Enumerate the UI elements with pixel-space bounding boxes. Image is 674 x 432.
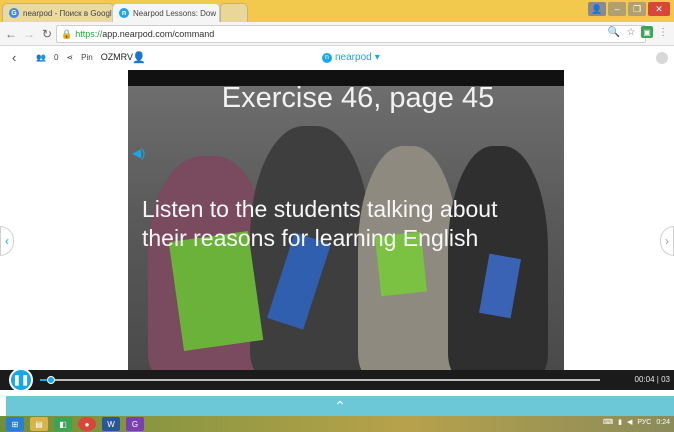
new-tab-button[interactable] — [220, 3, 248, 22]
minimize-button[interactable]: – — [608, 2, 626, 16]
google-favicon-icon: G — [9, 8, 19, 18]
progress-knob[interactable] — [47, 376, 56, 384]
start-icon[interactable]: ⊞ — [6, 417, 24, 431]
clock[interactable]: 0:24 — [656, 419, 670, 426]
pin-code: OZMRV — [100, 52, 134, 62]
student-count: 0 — [53, 52, 59, 62]
zoom-icon[interactable]: 🔍 — [607, 25, 621, 39]
presentation-stage: ‹ Exercise 46, page 45 Listen to the stu… — [0, 70, 674, 382]
media-control-bar: ❚❚ 00:04 | 03 — [0, 368, 674, 392]
pause-icon[interactable]: ❚❚ — [9, 368, 33, 392]
url-text: app.nearpod.com/command — [102, 29, 215, 39]
back-arrow-icon[interactable]: ← — [4, 27, 18, 41]
window-controls: 👤 – ❐ ✕ — [588, 2, 670, 16]
tab-nearpod-lessons-label: Nearpod Lessons: Dow — [133, 8, 217, 18]
chevron-left-icon[interactable]: ‹ — [12, 50, 16, 65]
reload-icon[interactable]: ↻ — [40, 27, 54, 41]
nearpod-logo-icon: n — [322, 52, 332, 63]
nearpod-header: ‹ 👥 0 ⋖ Pin OZMRV 👤 n nearpod ▾ — [0, 46, 674, 70]
chevron-right-icon: › — [665, 234, 669, 248]
menu-icon[interactable]: ⋮ — [656, 25, 670, 39]
lock-icon: 🔒 — [61, 28, 73, 39]
store-icon[interactable]: ◧ — [54, 417, 72, 431]
progress-track[interactable] — [40, 376, 600, 384]
user-icon[interactable]: 👤 — [132, 51, 146, 64]
close-window-button[interactable]: ✕ — [648, 2, 670, 16]
nearpod-logo[interactable]: n nearpod ▾ — [322, 52, 380, 63]
share-icon: ⋖ — [66, 52, 74, 62]
chevron-up-icon: ⌃ — [334, 397, 346, 414]
bookmark-star-icon[interactable]: ☆ — [624, 25, 638, 39]
tab-google-search[interactable]: G nearpod - Поиск в Googl ✕ — [2, 3, 114, 22]
forward-arrow-icon[interactable]: → — [22, 27, 36, 41]
system-tray: ⌨ ▮ ◀ РУС 0:24 — [603, 418, 670, 427]
browser-toolbar: ← → ↻ 🔒 https:// app.nearpod.com/command… — [0, 22, 674, 46]
tab-google-search-label: nearpod - Поиск в Googl — [23, 8, 112, 18]
session-stats: 👥 0 ⋖ Pin OZMRV — [36, 52, 133, 62]
students-icon: 👥 — [36, 52, 46, 62]
nearpod-logo-text: nearpod — [335, 52, 372, 63]
volume-icon[interactable]: ◀ — [627, 418, 632, 426]
time-readout: 00:04 | 03 — [634, 375, 670, 384]
chrome-icon[interactable]: ● — [78, 417, 96, 431]
word-icon[interactable]: W — [102, 417, 120, 431]
previous-slide-button[interactable]: ‹ — [0, 226, 14, 256]
pin-label: Pin — [81, 52, 93, 62]
next-slide-button[interactable]: › — [660, 226, 674, 256]
slide: Exercise 46, page 45 Listen to the stude… — [128, 70, 564, 370]
extension-icon[interactable]: ▣ — [641, 26, 653, 38]
url-scheme: https:// — [75, 29, 103, 39]
chevron-down-icon[interactable]: ▾ — [375, 52, 380, 63]
avatar[interactable] — [656, 52, 668, 64]
browser-tabstrip: G nearpod - Поиск в Googl ✕ n Nearpod Le… — [0, 0, 674, 22]
slide-title: Exercise 46, page 45 — [221, 82, 495, 114]
toolbar-right: 🔍 ☆ ▣ ⋮ — [607, 25, 670, 39]
network-icon[interactable]: ▮ — [618, 418, 622, 426]
speaker-icon[interactable]: ◀) — [132, 146, 145, 160]
app-icon[interactable]: G — [126, 417, 144, 431]
expand-panel-button[interactable]: ⌃ — [6, 396, 674, 416]
windows-taskbar: ⊞ ▤ ◧ ● W G ⌨ ▮ ◀ РУС 0:24 — [0, 416, 674, 432]
keyboard-icon[interactable]: ⌨ — [603, 418, 613, 426]
language-indicator[interactable]: РУС — [637, 419, 651, 426]
user-icon[interactable]: 👤 — [588, 2, 606, 16]
chevron-left-icon: ‹ — [5, 234, 9, 248]
tab-nearpod-lessons[interactable]: n Nearpod Lessons: Dow ✕ — [112, 3, 220, 22]
nearpod-favicon-icon: n — [119, 8, 129, 18]
restore-button[interactable]: ❐ — [628, 2, 646, 16]
slide-body-text: Listen to the students talking about the… — [142, 196, 498, 251]
explorer-icon[interactable]: ▤ — [30, 417, 48, 431]
address-bar[interactable]: 🔒 https:// app.nearpod.com/command — [56, 25, 646, 43]
